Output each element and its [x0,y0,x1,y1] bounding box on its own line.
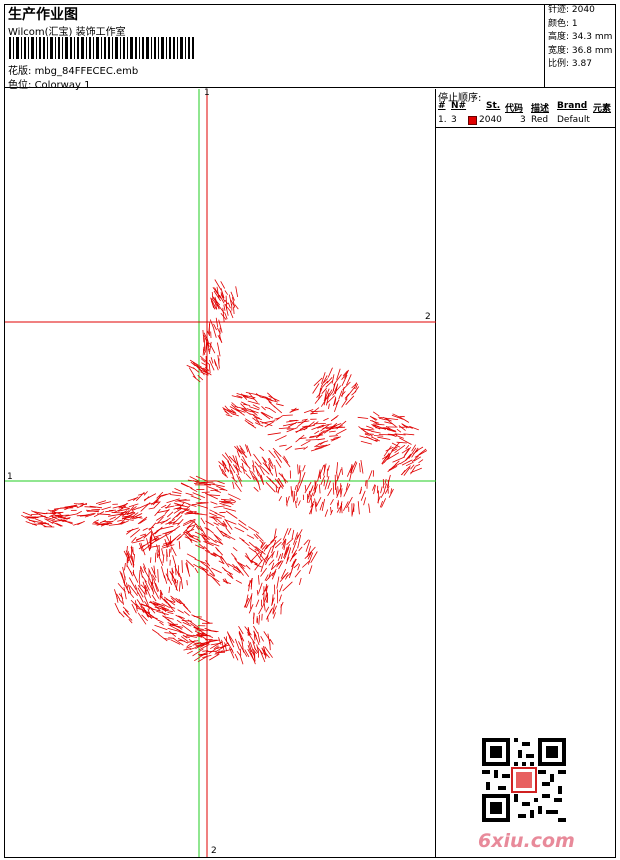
file-name-line: 花版: mbg_84FFECEC.emb [8,62,138,77]
row-n: 3 [451,115,457,125]
subtitle: Wilcom(汇宝) 装饰工作室 [8,27,126,38]
stat-height: 高度: 34.3 mm [548,32,613,42]
stop-sequence-header: # N# St. 代码 描述 Brand 元素 [436,101,616,114]
stats-panel: 针迹: 2040 颜色: 1 高度: 34.3 mm 宽度: 36.8 mm 比… [544,4,616,87]
stat-colors: 颜色: 1 [548,18,578,29]
embroidery-design-icon [21,279,428,665]
stat-stitches: 针迹: 2040 [548,5,595,15]
stat-scale: 比例: 3.87 [548,59,592,69]
col-stitches: St. [486,101,501,111]
row-description: Red [531,115,549,125]
col-element: 元素 [593,104,612,114]
axis-label-left: 1 [7,472,13,482]
axis-label-top: 1 [204,88,210,98]
design-canvas: 1 2 1 2 [5,88,436,857]
col-brand: Brand [557,101,588,111]
row-stitches: 2040 [479,115,502,125]
col-description: 描述 [531,104,550,114]
page-title: 生产作业图 [8,7,78,23]
axis-label-bottom: 2 [211,846,217,856]
row-code: 3 [520,115,526,125]
stop-sequence-row: 1. 3 2040 3 Red Default [436,115,616,128]
row-brand: Default [557,115,590,125]
axis-label-right: 2 [425,312,431,322]
barcode-icon [9,37,194,59]
embroidery-preview [5,89,436,857]
col-code: 代码 [505,104,524,114]
col-n: N# [451,101,467,111]
thread-swatch [468,116,477,125]
qr-code-icon [482,738,566,822]
stat-width: 宽度: 36.8 mm [548,45,613,56]
header: 生产作业图 Wilcom(汇宝) 装饰工作室 花版: mbg_84FFECEC.… [4,4,616,91]
row-index: 1. [438,115,447,125]
col-index: # [438,101,446,111]
watermark-logo: 6xiu.com [478,830,575,852]
